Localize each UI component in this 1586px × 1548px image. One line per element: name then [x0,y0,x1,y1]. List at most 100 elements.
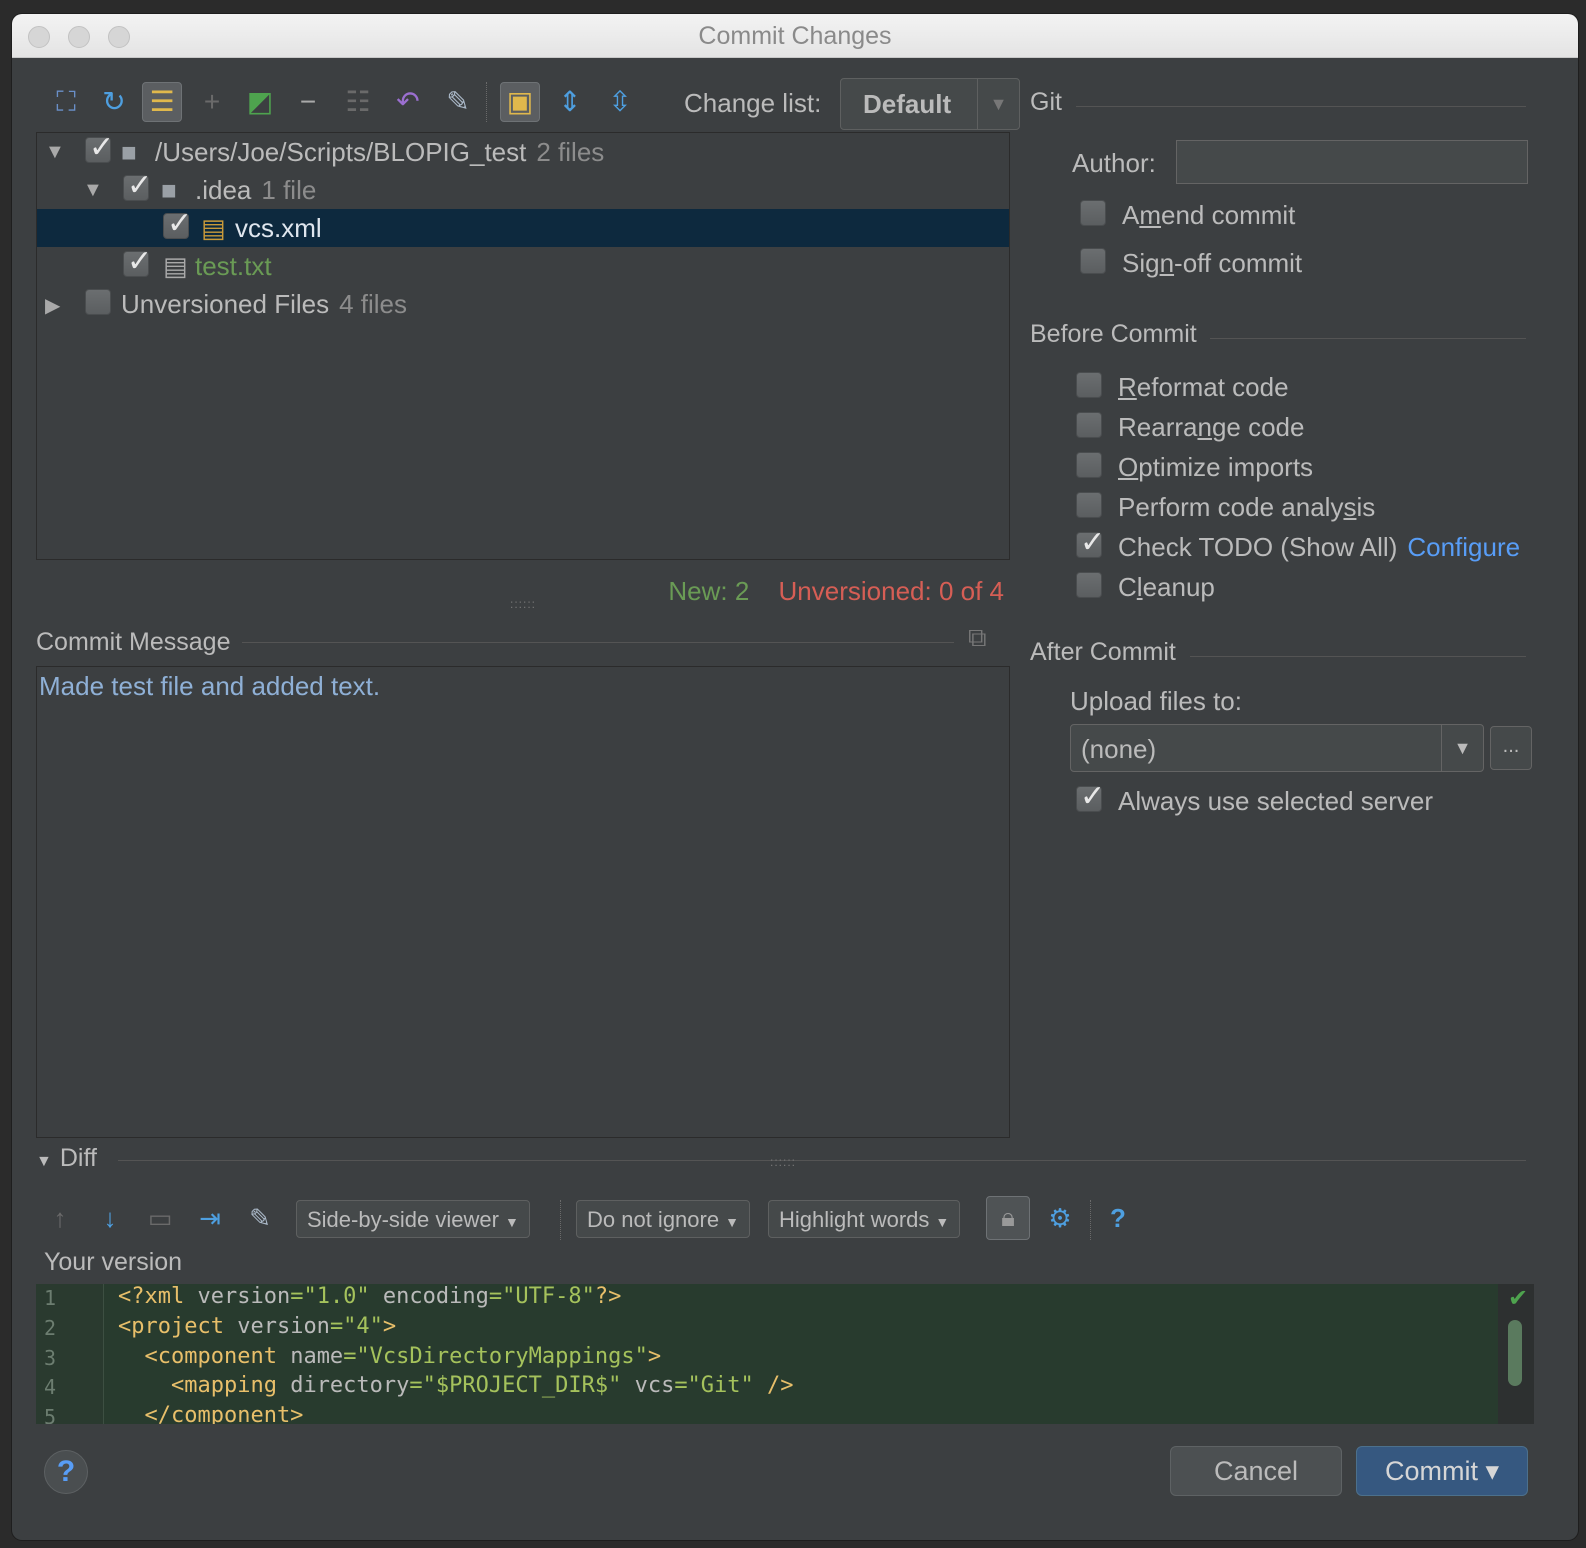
option-label: C [1118,572,1137,602]
line-number: 3 [44,1346,57,1370]
refresh-icon[interactable]: ↻ [94,82,134,122]
collapse-all-icon[interactable]: ⇳ [600,82,640,122]
option-mnemonic: n [1159,248,1175,278]
amend-commit-checkbox[interactable] [1080,200,1106,226]
tree-row-root[interactable]: ▼ ✓ ■ /Users/Joe/Scripts/BLOPIG_test 2 fi… [37,131,1009,171]
previous-difference-icon[interactable]: ↑ [42,1198,78,1238]
diff-code-view[interactable]: 1 2 3 4 5 <?xml version="1.0" encoding="… [36,1284,1534,1424]
cleanup-checkbox[interactable] [1076,572,1102,598]
code-token: <?xml [118,1284,185,1309]
code-token: ="1.0" [290,1284,370,1309]
toolbar-separator [560,1200,561,1240]
viewer-mode-select[interactable]: Side-by-side viewer ▼ [296,1200,530,1238]
commit-message-title: Commit Message [36,628,231,656]
always-use-server-checkbox[interactable]: ✓ [1076,780,1105,813]
scrollbar-thumb[interactable] [1508,1320,1522,1386]
code-token: ="Git" [674,1373,754,1398]
author-input[interactable] [1176,140,1528,184]
jump-to-source-icon[interactable]: ⇥ [192,1198,228,1238]
commit-button[interactable]: Commit ▾ [1356,1446,1528,1496]
diff-toolbar: ↑ ↓ ▭ ⇥ ✎ Side-by-side viewer ▼ Do not ig… [42,1196,1162,1242]
tree-row-idea[interactable]: ▼ ✓ ■ .idea 1 file [37,169,1009,209]
code-token: <mapping [118,1373,277,1398]
show-unversioned-icon[interactable]: ▣ [500,82,540,122]
expand-arrow-icon[interactable]: ▼ [45,141,65,164]
highlight-mode-select[interactable]: Highlight words ▼ [768,1200,961,1238]
chevron-down-icon: ▼ [504,1214,519,1230]
change-counts: New: 2 Unversioned: 0 of 4 [668,576,1004,607]
expand-all-icon[interactable]: ⇕ [550,82,590,122]
divider [1210,338,1526,339]
group-by-directory-icon[interactable]: ☰ [142,82,182,122]
tree-checkbox[interactable]: ✓ [123,169,152,202]
splitter-grip[interactable]: :::::: [768,1156,798,1168]
option-label: Always use selected server [1118,786,1434,816]
add-icon[interactable]: + [192,82,232,122]
code-token: > [382,1314,397,1339]
check-todo-checkbox[interactable]: ✓ [1076,526,1105,559]
code-analysis-checkbox[interactable] [1076,492,1102,518]
before-commit-title: Before Commit [1030,320,1197,348]
changes-tree[interactable]: ▼ ✓ ■ /Users/Joe/Scripts/BLOPIG_test 2 fi… [36,131,1010,560]
optimize-imports-checkbox[interactable] [1076,452,1102,478]
remove-icon[interactable]: − [288,82,328,122]
code-token: /> [753,1373,794,1398]
reformat-code-checkbox[interactable] [1076,372,1102,398]
help-button[interactable]: ? [44,1450,88,1494]
rollback-icon[interactable]: ↶ [388,82,428,122]
your-version-label: Your version [44,1248,183,1276]
configure-link[interactable]: Configure [1407,532,1520,562]
option-mnemonic: s [1343,492,1357,522]
line-number: 1 [44,1286,57,1310]
code-token: version [223,1314,330,1339]
tree-row-vcs-xml[interactable]: ✓ ▤ vcs.xml [37,207,1009,247]
compare-icon[interactable]: ▭ [142,1198,178,1238]
move-to-changelist-icon[interactable]: ◩ [240,82,280,122]
change-list-label: Change list: [684,88,822,118]
rearrange-code-checkbox[interactable] [1076,412,1102,438]
next-difference-icon[interactable]: ↓ [92,1198,128,1238]
folder-icon: ■ [161,175,177,205]
option-label: is [1356,492,1376,522]
commit-message-history-icon[interactable]: ⧉ [968,622,1000,654]
option-label: eanup [1142,572,1215,602]
collapse-arrow-icon[interactable]: ▶ [45,293,60,318]
change-list-select[interactable]: Default ▼ [840,78,1020,130]
signoff-commit-checkbox[interactable] [1080,248,1106,274]
unversioned-count: Unversioned: 0 of 4 [778,576,1004,606]
tree-checkbox[interactable]: ✓ [163,207,192,240]
lock-icon[interactable]: 🔒︎ [986,1196,1030,1240]
window-title: Commit Changes [698,22,892,50]
tree-item-label: .idea [195,175,252,205]
browse-servers-button[interactable]: ... [1490,726,1532,770]
option-mnemonic: n [1197,412,1212,442]
commit-message-input[interactable]: Made test file and added text. [36,666,1010,1138]
cancel-button[interactable]: Cancel [1170,1446,1342,1496]
code-token: name [276,1344,344,1369]
code-line: <project version="4"> [118,1314,396,1339]
edit-source-icon[interactable]: ✎ [438,82,478,122]
tree-row-unversioned[interactable]: ▶ Unversioned Files 4 files [37,285,1009,323]
show-diff-icon[interactable]: ⛶ [46,82,86,122]
edit-source-icon[interactable]: ✎ [242,1198,278,1238]
tree-checkbox[interactable]: ✓ [123,245,152,278]
option-label: -off commit [1174,248,1303,278]
diff-section-toggle[interactable]: ▼ Diff [36,1144,97,1173]
tree-row-test-txt[interactable]: ✓ ▤ test.txt [37,245,1009,285]
expand-arrow-icon[interactable]: ▼ [83,179,103,202]
help-icon[interactable]: ? [1100,1198,1136,1238]
code-token: ="$PROJECT_DIR$" [409,1373,622,1398]
tree-checkbox[interactable]: ✓ [85,131,114,164]
upload-server-select[interactable]: (none) ▼ [1070,724,1484,772]
code-line: <component name="VcsDirectoryMappings"> [118,1344,661,1369]
ignore-whitespace-select[interactable]: Do not ignore ▼ [576,1200,750,1238]
code-line: <?xml version="1.0" encoding="UTF-8"?> [118,1284,621,1309]
code-token: ?> [594,1284,622,1309]
gear-icon[interactable]: ⚙ [1042,1198,1078,1238]
tree-checkbox[interactable] [85,289,111,315]
code-token: directory [276,1373,410,1398]
ignore-icon[interactable]: ☷ [338,82,378,122]
splitter-grip[interactable]: :::::: [508,598,538,610]
tree-item-label: /Users/Joe/Scripts/BLOPIG_test [155,137,527,167]
option-label: ge code [1211,412,1305,442]
